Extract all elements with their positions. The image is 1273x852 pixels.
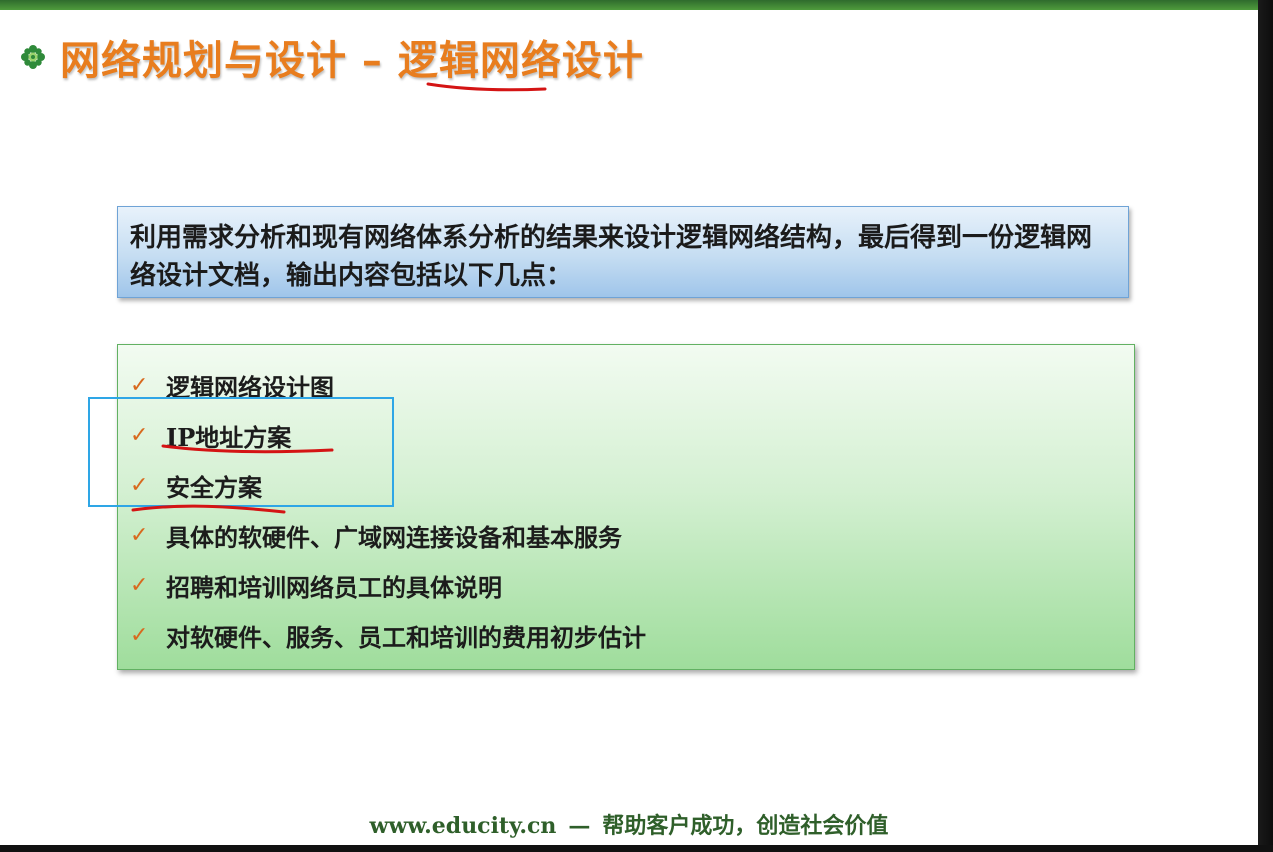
checkmark-icon: ✓ <box>130 372 149 398</box>
list-item-label: 招聘和培训网络员工的具体说明 <box>166 572 502 602</box>
list-item-label: 具体的软硬件、广域网连接设备和基本服务 <box>166 522 622 552</box>
checkmark-icon: ✓ <box>130 572 149 598</box>
blue-highlight-box <box>88 397 394 507</box>
slide-title: 网络规划与设计 – 逻辑网络设计 <box>60 37 644 84</box>
footer-slogan: 帮助客户成功，创造社会价值 <box>602 813 889 839</box>
footer-separator: — <box>568 813 591 839</box>
checkmark-icon: ✓ <box>130 522 149 548</box>
checkmark-icon: ✓ <box>130 622 149 648</box>
slide-title-row: 网络规划与设计 – 逻辑网络设计 <box>18 28 644 86</box>
right-window-edge <box>1258 0 1273 852</box>
output-list-box: ✓ 逻辑网络设计图 ✓ IP地址方案 ✓ 安全方案 ✓ 具体的软硬件、广域网连接… <box>117 344 1135 670</box>
list-item: ✓ 具体的软硬件、广域网连接设备和基本服务 <box>130 510 1134 560</box>
flower-bullet-icon <box>18 42 48 72</box>
intro-box: 利用需求分析和现有网络体系分析的结果来设计逻辑网络结构，最后得到一份逻辑网络设计… <box>117 206 1129 298</box>
slide-top-strip <box>0 0 1258 10</box>
bottom-window-edge <box>0 845 1273 852</box>
list-item: ✓ 招聘和培训网络员工的具体说明 <box>130 560 1134 610</box>
intro-text: 利用需求分析和现有网络体系分析的结果来设计逻辑网络结构，最后得到一份逻辑网络设计… <box>130 223 1093 291</box>
list-item-label: 对软硬件、服务、员工和培训的费用初步估计 <box>166 622 646 652</box>
footer: www.educity.cn — 帮助客户成功，创造社会价值 <box>0 808 1258 840</box>
footer-url: www.educity.cn <box>369 813 557 839</box>
list-item: ✓ 对软硬件、服务、员工和培训的费用初步估计 <box>130 610 1134 660</box>
slide: 网络规划与设计 – 逻辑网络设计 利用需求分析和现有网络体系分析的结果来设计逻辑… <box>0 0 1258 845</box>
